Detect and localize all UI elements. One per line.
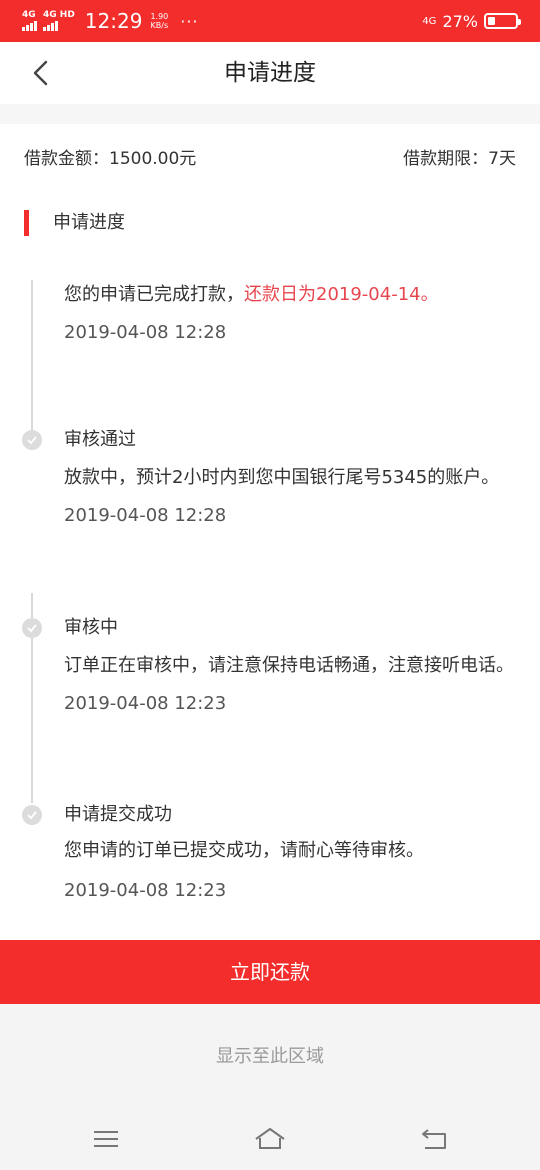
- loan-amount: 借款金额：1500.00元: [24, 149, 197, 169]
- timeline-time: 2019-04-08 12:28: [64, 505, 227, 526]
- signal-label: 4G: [22, 10, 36, 20]
- signal-hd-label: 4G HD: [43, 10, 75, 20]
- status-bar: 4G 4G HD 12:29 1.90 KB/s ··· 4G 27%: [0, 0, 540, 42]
- menu-icon: [94, 1131, 118, 1147]
- page-title: 申请进度: [224, 60, 316, 86]
- timeline-item: 申请提交成功 您申请的订单已提交成功，请耐心等待审核。 2019-04-08 1…: [64, 802, 520, 904]
- network-speed: 1.90 KB/s: [150, 12, 168, 30]
- timeline-text: 您的申请已完成打款，还款日为2019-04-14。: [64, 278, 520, 312]
- loan-term: 借款期限：7天: [403, 149, 516, 169]
- menu-button[interactable]: [88, 1124, 124, 1154]
- section-accent-bar: [24, 210, 29, 236]
- timeline-status: 审核中: [64, 617, 118, 638]
- timeline-text-prefix: 您的申请已完成打款，: [64, 284, 244, 305]
- battery-percent: 27%: [442, 11, 478, 31]
- timeline-line: [31, 280, 33, 440]
- timeline-time: 2019-04-08 12:23: [64, 693, 227, 714]
- region-hint-text: 显示至此区域: [216, 1046, 324, 1067]
- network-type: 4G: [422, 15, 437, 27]
- check-circle-icon: [22, 805, 42, 825]
- nav-bar: 申请进度: [0, 42, 540, 104]
- loan-info: 借款金额：1500.00元 借款期限：7天: [0, 124, 540, 190]
- timeline-text: 放款中，预计2小时内到您中国银行尾号5345的账户。: [64, 467, 500, 488]
- back-nav-button[interactable]: [416, 1124, 452, 1154]
- progress-timeline: 您的申请已完成打款，还款日为2019-04-14。 2019-04-08 12:…: [0, 268, 540, 928]
- home-button[interactable]: [252, 1124, 288, 1154]
- back-icon: [422, 1129, 446, 1149]
- system-nav-bar: [0, 1122, 540, 1162]
- status-right: 4G 27%: [422, 8, 521, 34]
- timeline-text: 您申请的订单已提交成功，请耐心等待审核。: [64, 840, 424, 861]
- divider: [0, 104, 540, 124]
- timeline-status: 申请提交成功: [64, 804, 172, 825]
- battery-icon: [484, 13, 521, 29]
- more-notifications-icon: ···: [180, 11, 199, 31]
- timeline-status: 审核通过: [64, 429, 136, 450]
- clock: 12:29: [84, 9, 143, 33]
- timeline-item: 审核中 订单正在审核中，请注意保持电话畅通，注意接听电话。 2019-04-08…: [64, 615, 520, 717]
- section-title: 申请进度: [53, 212, 125, 233]
- timeline-text: 订单正在审核中，请注意保持电话畅通，注意接听电话。: [64, 655, 514, 676]
- check-circle-icon: [22, 618, 42, 638]
- signal-hd-icon: 4G HD: [43, 11, 75, 31]
- timeline-time: 2019-04-08 12:28: [64, 322, 227, 343]
- repayment-date-highlight: 还款日为2019-04-14。: [244, 284, 439, 305]
- check-circle-icon: [22, 430, 42, 450]
- timeline-item: 审核通过 放款中，预计2小时内到您中国银行尾号5345的账户。 2019-04-…: [64, 427, 520, 529]
- home-icon: [255, 1128, 285, 1149]
- signal-icon: 4G: [22, 11, 37, 31]
- section-header: 申请进度: [0, 206, 540, 242]
- repay-now-button[interactable]: 立即还款: [0, 940, 540, 1004]
- status-left: 4G 4G HD 12:29 1.90 KB/s ···: [22, 8, 199, 34]
- battery-fill: [488, 17, 495, 25]
- speed-value: 1.90: [150, 12, 169, 21]
- timeline-time: 2019-04-08 12:23: [64, 880, 227, 901]
- speed-unit: KB/s: [150, 21, 169, 30]
- bottom-area: 显示至此区域: [0, 1004, 540, 1170]
- timeline-item: 您的申请已完成打款，还款日为2019-04-14。 2019-04-08 12:…: [64, 278, 520, 346]
